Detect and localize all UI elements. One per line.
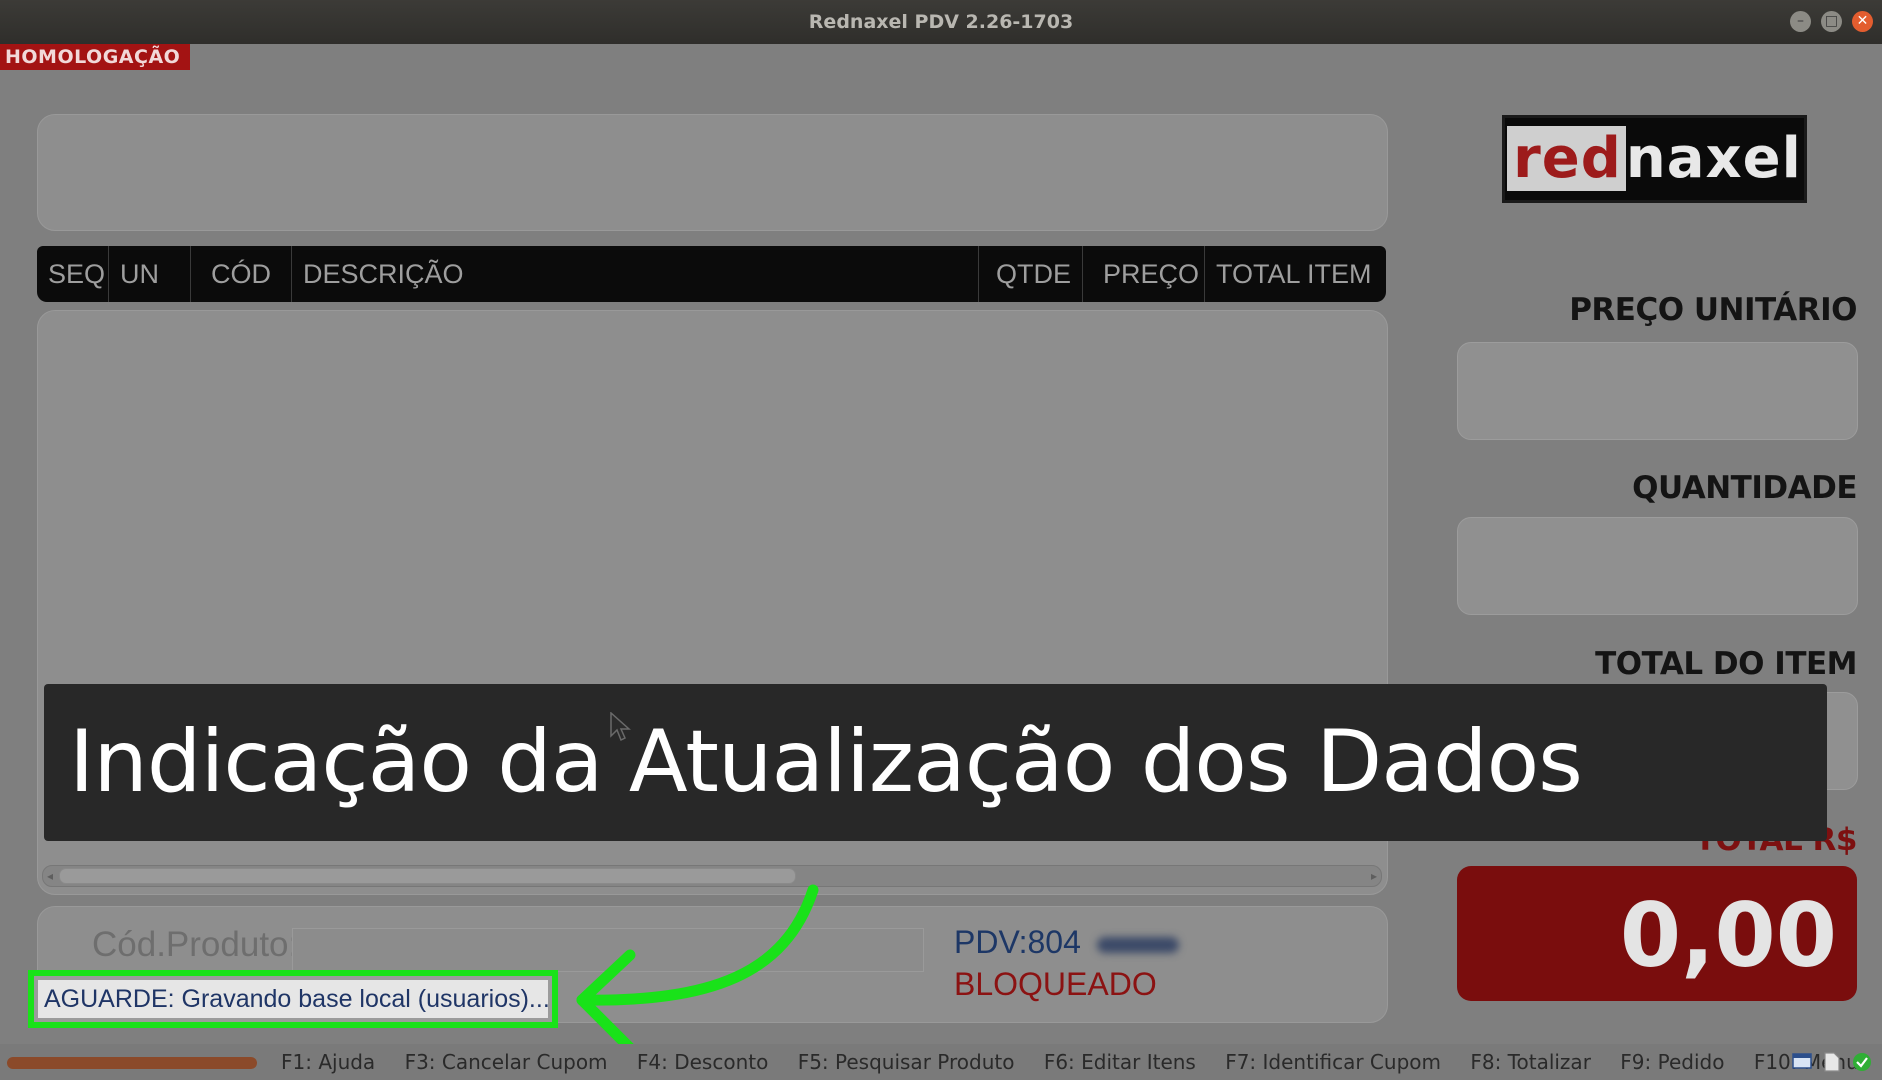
document-icon[interactable] [1822,1052,1842,1072]
quantity-label: QUANTIDADE [1632,470,1857,506]
fkey-f1-help[interactable]: F1: Ajuda [281,1050,375,1074]
blurred-operator-name [1096,936,1179,953]
fkey-f8-totalize[interactable]: F8: Totalizar [1470,1050,1591,1074]
status-message-highlight: AGUARDE: Gravando base local (usuarios).… [28,970,558,1028]
column-header-descricao: DESCRIÇÃO [292,246,979,302]
fkey-f5-search-product[interactable]: F5: Pesquisar Produto [798,1050,1015,1074]
function-key-bar: F1: Ajuda F3: Cancelar Cupom F4: Descont… [0,1044,1882,1080]
logo-red-part: red [1507,126,1626,191]
logo-white-part: naxel [1625,126,1802,191]
message-panel [37,114,1388,231]
rednaxel-logo: rednaxel [1502,115,1807,203]
unit-price-field [1457,342,1858,440]
column-header-total-item: TOTAL ITEM [1216,259,1372,289]
total-value: 0,00 [1457,866,1857,1001]
minimize-icon[interactable]: – [1790,11,1811,32]
mouse-cursor-icon [610,712,631,742]
unit-price-label: PREÇO UNITÁRIO [1569,292,1857,328]
pdv-status: BLOQUEADO [954,966,1157,1002]
fkey-f3-cancel-receipt[interactable]: F3: Cancelar Cupom [405,1050,608,1074]
fkey-f6-edit-items[interactable]: F6: Editar Itens [1044,1050,1196,1074]
quantity-field [1457,517,1858,615]
annotation-arrow-icon [576,884,819,1056]
window-title: Rednaxel PDV 2.26-1703 [808,11,1074,33]
window-icon[interactable] [1792,1052,1812,1072]
status-ok-icon [1852,1052,1872,1072]
product-code-label: Cód.Produto: [92,925,299,964]
window-titlebar: Rednaxel PDV 2.26-1703 [0,0,1882,44]
status-message: AGUARDE: Gravando base local (usuarios).… [38,980,548,1018]
function-key-list: F1: Ajuda F3: Cancelar Cupom F4: Descont… [281,1044,1882,1080]
pdv-info: PDV:804 [954,924,1179,961]
scroll-left-icon[interactable]: ◂ [47,866,53,886]
caption-overlay: Indicação da Atualização dos Dados [44,684,1827,841]
items-table-header: SEQ UN CÓD DESCRIÇÃO QTDE PREÇO TOTAL IT… [37,246,1386,302]
fkey-f7-identify-receipt[interactable]: F7: Identificar Cupom [1225,1050,1441,1074]
pdv-number: PDV:804 [954,924,1081,960]
column-header-qtde: QTDE [979,246,1083,302]
column-header-cod: CÓD [191,246,292,302]
column-header-preco: PREÇO [1083,246,1205,302]
close-icon[interactable]: ✕ [1852,11,1873,32]
fkey-f4-discount[interactable]: F4: Desconto [637,1050,768,1074]
maximize-icon[interactable]: □ [1821,11,1842,32]
column-header-seq: SEQ [37,246,109,302]
caption-text: Indicação da Atualização dos Dados [69,712,1583,812]
scroll-right-icon[interactable]: ▸ [1371,866,1377,886]
environment-badge: HOMOLOGAÇÃO [0,44,190,70]
fkey-f9-order[interactable]: F9: Pedido [1620,1050,1724,1074]
progress-bar [7,1057,257,1069]
column-header-un: UN [109,246,191,302]
item-total-label: TOTAL DO ITEM [1595,646,1857,682]
